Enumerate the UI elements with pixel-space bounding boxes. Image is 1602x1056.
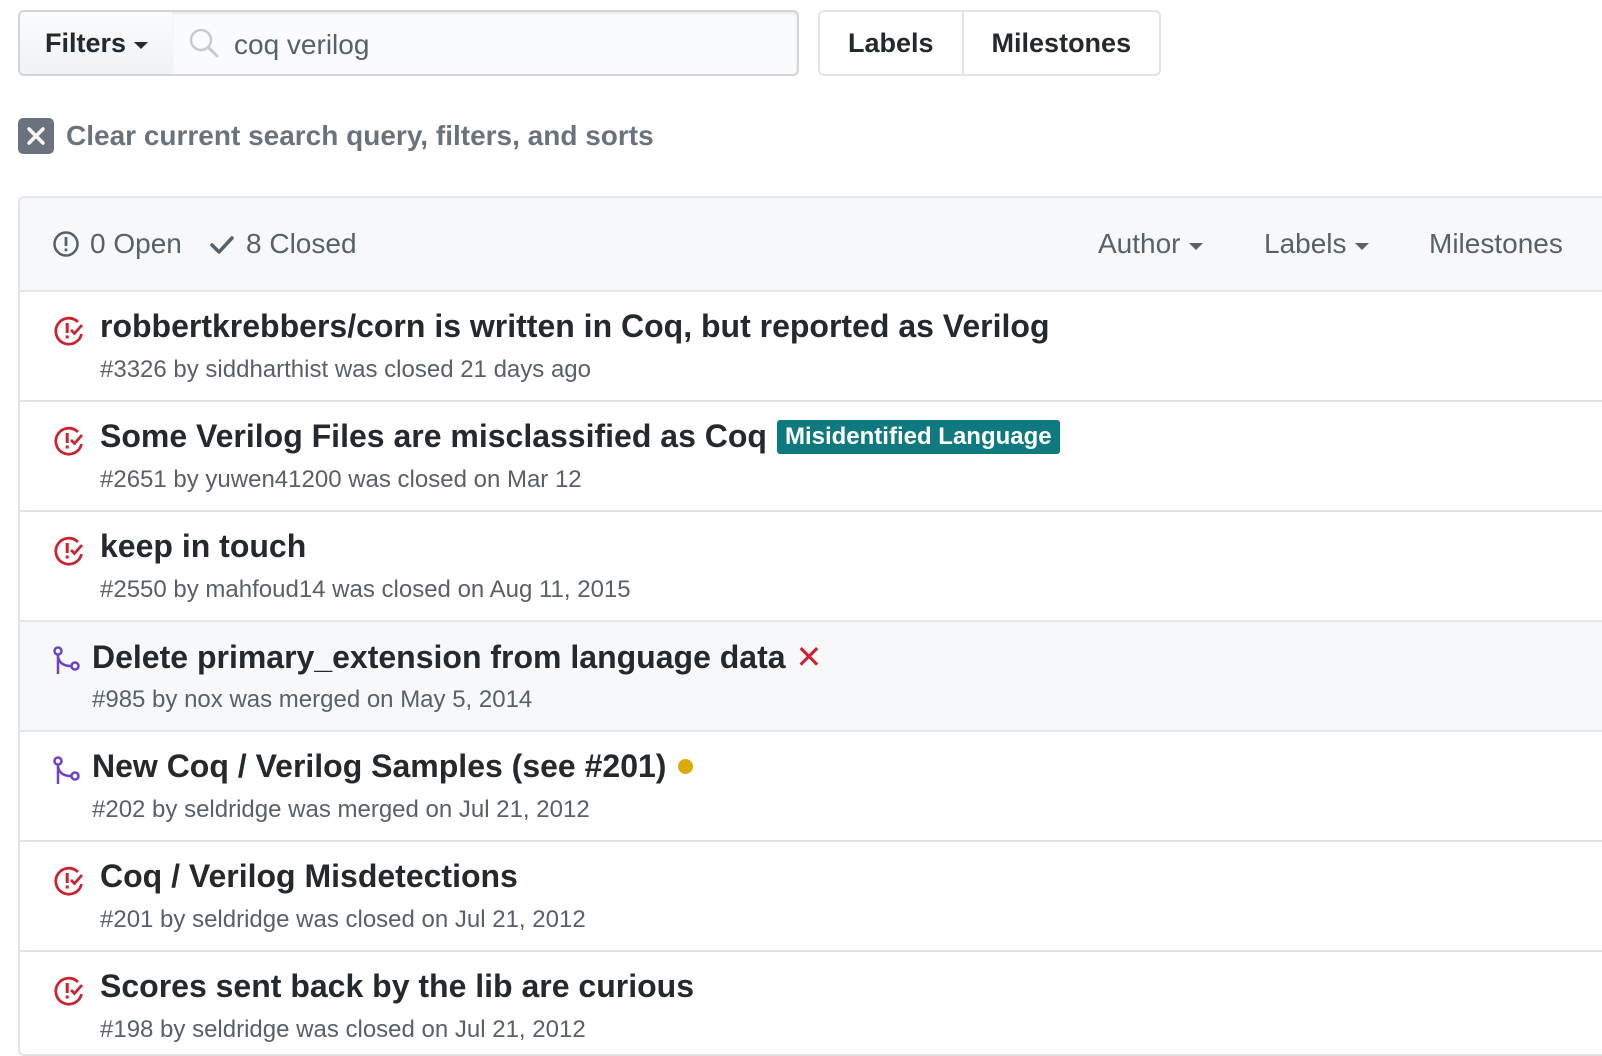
issue-closed-icon	[54, 866, 84, 896]
author-filter-dropdown[interactable]: Author	[1098, 228, 1203, 260]
list-item[interactable]: robbertkrebbers/corn is written in Coq, …	[20, 292, 1602, 402]
pr-title: New Coq / Verilog Samples (see #201)	[92, 748, 667, 784]
git-merge-icon	[53, 646, 80, 674]
issue-title: Scores sent back by the lib are curious	[100, 968, 694, 1004]
pr-meta: #985 by nox was merged on May 5, 2014	[92, 686, 533, 713]
issue-meta: #198 by seldridge was closed on Jul 21, …	[100, 1016, 586, 1043]
milestones-link[interactable]: Milestones	[961, 12, 1160, 74]
close-icon	[18, 118, 54, 154]
list-item[interactable]: Coq / Verilog Misdetections #201 by seld…	[20, 842, 1602, 952]
issue-title-link[interactable]: Some Verilog Files are misclassified as …	[100, 418, 1060, 455]
issues-list-header: 0 Open 8 Closed Author Labels Milestones	[20, 198, 1602, 292]
issue-closed-icon	[54, 316, 84, 346]
pr-title-link[interactable]: New Coq / Verilog Samples (see #201)	[92, 748, 694, 785]
issue-title-link[interactable]: robbertkrebbers/corn is written in Coq, …	[100, 308, 1050, 345]
issue-closed-icon	[54, 976, 84, 1006]
clear-filters-link[interactable]: Clear current search query, filters, and…	[18, 118, 654, 154]
issue-opened-icon	[53, 231, 79, 257]
issue-closed-icon	[54, 536, 84, 566]
list-item[interactable]: Delete primary_extension from language d…	[20, 622, 1602, 732]
search-input[interactable]	[232, 20, 776, 70]
list-item[interactable]: Some Verilog Files are misclassified as …	[20, 402, 1602, 512]
milestones-filter-dropdown[interactable]: Milestones	[1429, 228, 1563, 260]
pr-title: Delete primary_extension from language d…	[92, 638, 786, 675]
issue-meta: #2651 by yuwen41200 was closed on Mar 12	[100, 466, 582, 493]
open-count-link[interactable]: 0 Open	[52, 228, 182, 260]
labels-link[interactable]: Labels	[820, 12, 962, 74]
issue-closed-icon	[54, 426, 84, 456]
issue-title-link[interactable]: Coq / Verilog Misdetections	[100, 858, 518, 895]
closed-count-link[interactable]: 8 Closed	[208, 228, 357, 260]
issue-title-link[interactable]: keep in touch	[100, 528, 306, 565]
caret-down-icon	[1188, 242, 1203, 250]
caret-down-icon	[134, 41, 149, 49]
issues-list: 0 Open 8 Closed Author Labels Milestones	[18, 196, 1602, 1056]
milestones-filter-label: Milestones	[1429, 228, 1563, 259]
issue-title: Coq / Verilog Misdetections	[100, 858, 518, 894]
closed-count: 8 Closed	[246, 228, 357, 259]
label-badge[interactable]: Misidentified Language	[776, 419, 1060, 454]
issue-meta: #201 by seldridge was closed on Jul 21, …	[100, 906, 586, 933]
search-field[interactable]	[172, 10, 799, 76]
clear-filters-text: Clear current search query, filters, and…	[66, 120, 654, 151]
filters-label: Filters	[45, 27, 127, 58]
author-filter-label: Author	[1098, 228, 1181, 259]
status-failure-icon[interactable]: ✕	[796, 638, 823, 676]
filters-dropdown-button[interactable]: Filters	[18, 10, 174, 76]
labels-filter-label: Labels	[1264, 228, 1347, 259]
caret-down-icon	[1354, 242, 1369, 250]
status-pending-icon[interactable]	[678, 759, 694, 774]
list-item[interactable]: New Coq / Verilog Samples (see #201) #20…	[20, 732, 1602, 842]
search-icon	[189, 28, 219, 58]
pr-title-link[interactable]: Delete primary_extension from language d…	[92, 638, 822, 676]
labels-milestones-nav: Labels Milestones	[818, 10, 1162, 76]
issue-meta: #3326 by siddharthist was closed 21 days…	[100, 356, 591, 383]
issue-title: keep in touch	[100, 528, 307, 564]
issue-title: robbertkrebbers/corn is written in Coq, …	[100, 308, 1050, 344]
labels-filter-dropdown[interactable]: Labels	[1264, 228, 1369, 260]
check-icon	[210, 236, 234, 254]
issue-meta: #2550 by mahfoud14 was closed on Aug 11,…	[100, 576, 631, 603]
list-item[interactable]: keep in touch #2550 by mahfoud14 was clo…	[20, 512, 1602, 622]
git-merge-icon	[53, 756, 80, 784]
issue-title: Some Verilog Files are misclassified as …	[100, 418, 767, 454]
pr-meta: #202 by seldridge was merged on Jul 21, …	[92, 796, 590, 823]
open-count: 0 Open	[90, 228, 182, 259]
list-item[interactable]: Scores sent back by the lib are curious …	[20, 952, 1602, 1054]
issue-title-link[interactable]: Scores sent back by the lib are curious	[100, 968, 694, 1005]
